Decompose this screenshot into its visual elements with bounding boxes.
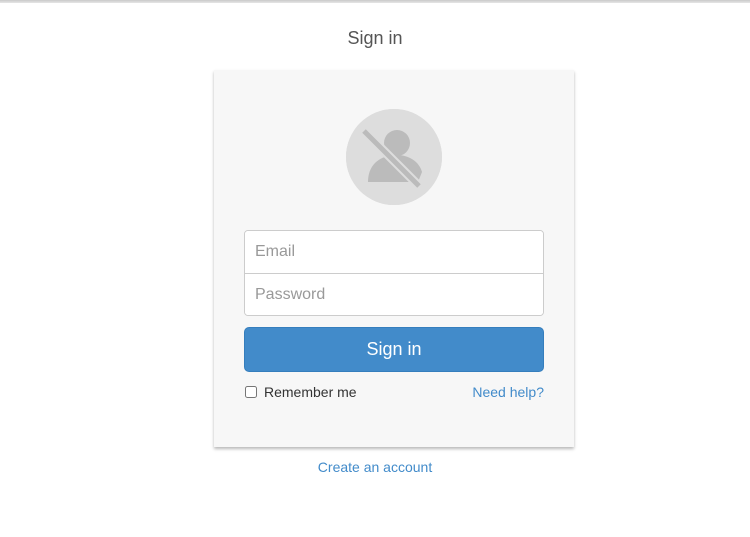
page-title: Sign in bbox=[347, 28, 403, 48]
create-account-link[interactable]: Create an account bbox=[0, 459, 750, 475]
credentials-group bbox=[244, 230, 544, 316]
login-card: Sign in Remember me Need help? bbox=[214, 70, 574, 447]
remember-me-row[interactable]: Remember me bbox=[244, 383, 357, 401]
remember-me-checkbox[interactable] bbox=[245, 386, 257, 398]
password-input[interactable] bbox=[245, 273, 543, 315]
avatar bbox=[346, 109, 442, 205]
email-input[interactable] bbox=[245, 231, 543, 273]
user-placeholder-icon bbox=[346, 109, 442, 205]
sign-in-button[interactable]: Sign in bbox=[244, 327, 544, 372]
remember-me-label: Remember me bbox=[264, 384, 357, 400]
need-help-link[interactable]: Need help? bbox=[472, 384, 544, 400]
top-border bbox=[0, 0, 750, 3]
